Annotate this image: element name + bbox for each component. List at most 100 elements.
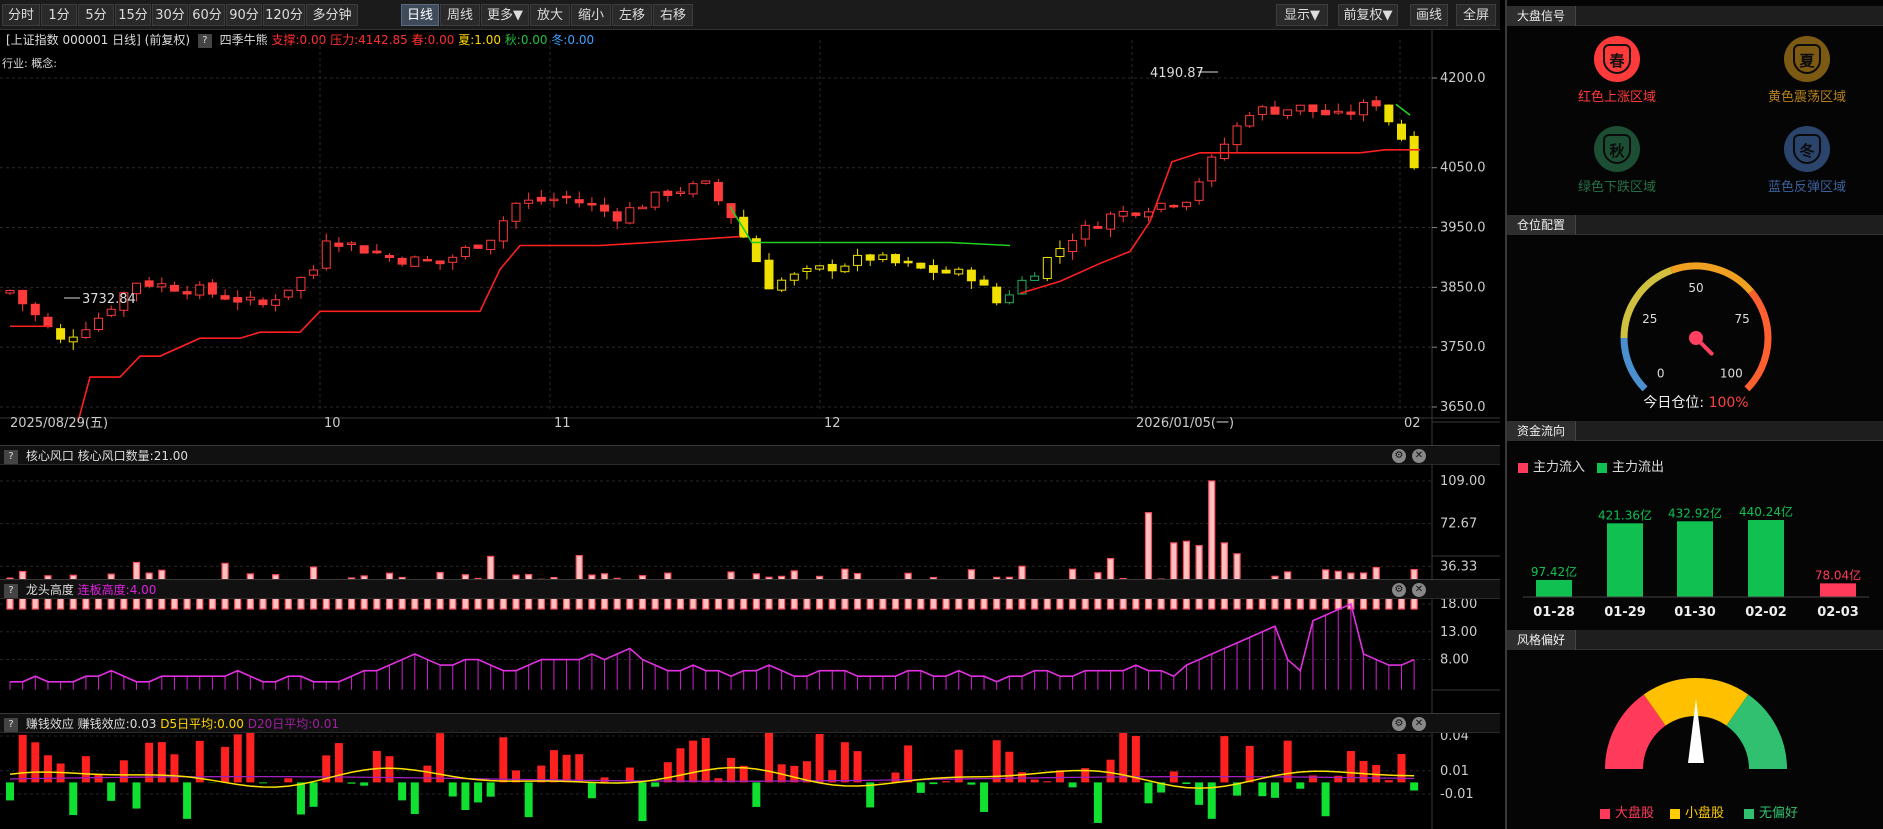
- period-button-1min[interactable]: 1分: [41, 4, 77, 26]
- candle-body: [650, 191, 660, 208]
- candle-body: [207, 282, 217, 295]
- candle-body: [815, 265, 825, 270]
- close-icon[interactable]: ✕: [1412, 717, 1426, 731]
- period-button-weekly[interactable]: 周线: [440, 4, 480, 26]
- candle-body: [309, 269, 319, 276]
- close-icon[interactable]: ✕: [1412, 583, 1426, 597]
- candle-body: [1359, 102, 1369, 116]
- close-icon[interactable]: ✕: [1412, 449, 1426, 463]
- effect-bar: [524, 782, 533, 818]
- effect-bar: [929, 782, 938, 785]
- flow-date: 01-29: [1604, 605, 1646, 620]
- candle-body: [1030, 275, 1040, 281]
- period-button-15min[interactable]: 15分: [115, 4, 151, 26]
- candle-body: [1321, 109, 1331, 116]
- candle-body: [81, 329, 91, 338]
- panel1-tick-label: 109.00: [1440, 474, 1486, 489]
- price-tick-label: 4050.0: [1440, 161, 1486, 176]
- more-periods-dropdown[interactable]: 更多▼: [481, 4, 529, 26]
- panel-value: 连板高度:4.00: [77, 583, 157, 597]
- help-icon[interactable]: ?: [4, 449, 18, 464]
- candle-body: [397, 257, 407, 265]
- season-glyph: 春: [1603, 44, 1631, 74]
- height-line: [10, 602, 1415, 683]
- season-badge-icon: 冬: [1784, 126, 1830, 172]
- effect-bar: [815, 733, 824, 783]
- adjust-dropdown[interactable]: 前复权▼: [1338, 4, 1398, 26]
- display-dropdown[interactable]: 显示▼: [1276, 4, 1328, 26]
- season-signal-1: 春红色上涨区域: [1537, 36, 1697, 105]
- position-readout: 今日仓位: 100%: [1507, 392, 1883, 412]
- small-cap-swatch: [1670, 808, 1680, 819]
- period-button-multi-min[interactable]: 多分钟: [306, 4, 358, 26]
- effect-bar: [1296, 782, 1305, 789]
- market-signal-header: 大盘信号: [1507, 6, 1883, 26]
- season-glyph: 秋: [1603, 134, 1631, 164]
- candle-body: [1283, 109, 1293, 116]
- effect-bar: [486, 782, 495, 797]
- candle-body: [435, 260, 445, 265]
- effect-bar: [385, 756, 394, 783]
- period-button-30min[interactable]: 30分: [152, 4, 188, 26]
- candle-body: [1093, 226, 1103, 229]
- candle-body: [1245, 115, 1255, 127]
- help-icon[interactable]: ?: [4, 717, 18, 732]
- candle-body: [1397, 123, 1406, 140]
- gauge-arc-segment: [1670, 262, 1754, 295]
- candle-body: [1194, 181, 1204, 201]
- period-button-daily[interactable]: 日线: [401, 4, 439, 26]
- candle-body: [853, 254, 863, 266]
- candle-body: [638, 206, 647, 210]
- gear-icon[interactable]: ⚙: [1392, 583, 1406, 597]
- period-button-fenshi[interactable]: 分时: [2, 4, 40, 26]
- candle-body: [1270, 106, 1280, 115]
- effect-bar: [701, 737, 710, 783]
- fullscreen-button[interactable]: 全屏: [1456, 4, 1496, 26]
- section-title: 大盘信号: [1507, 6, 1577, 26]
- theme-bar: [1220, 542, 1229, 610]
- style-preference-header: 风格偏好: [1507, 630, 1883, 650]
- effect-bar: [284, 778, 293, 783]
- candle-body: [903, 260, 913, 264]
- style-preference-gauge: [1605, 678, 1787, 770]
- draw-line-button[interactable]: 画线: [1410, 4, 1448, 26]
- effect-bar: [942, 781, 951, 783]
- candle-body: [233, 297, 243, 303]
- effect-bar: [119, 760, 128, 783]
- support-line-c: [1019, 148, 1420, 295]
- section-title: 仓位配置: [1507, 215, 1577, 235]
- flow-bar: [1536, 579, 1572, 597]
- pan-right-button[interactable]: 右移: [653, 4, 693, 26]
- effect-bar: [651, 782, 660, 787]
- effect-bar: [1043, 781, 1052, 783]
- period-button-5min[interactable]: 5分: [78, 4, 114, 26]
- period-button-60min[interactable]: 60分: [189, 4, 225, 26]
- low-price-label: 3732.84: [82, 292, 136, 307]
- season-badge-icon: 春: [1594, 36, 1640, 82]
- period-button-90min[interactable]: 90分: [226, 4, 262, 26]
- effect-bar: [448, 782, 457, 797]
- chart-area[interactable]: 4200.0 4050.0 3950.0 3850.0 3750.0 3650.0 2025…: [0, 30, 1500, 829]
- candle-body: [511, 202, 521, 222]
- date-tick-label: 2025/08/29(五): [10, 416, 108, 431]
- gear-icon[interactable]: ⚙: [1392, 449, 1406, 463]
- candle-body: [1004, 294, 1014, 304]
- price-tick-label: 3850.0: [1440, 280, 1486, 295]
- pan-left-button[interactable]: 左移: [612, 4, 652, 26]
- zoom-in-button[interactable]: 放大: [530, 4, 570, 26]
- position-label: 今日仓位:: [1643, 395, 1705, 411]
- help-icon[interactable]: ?: [4, 583, 18, 598]
- price-candles: [5, 95, 1420, 423]
- gear-icon[interactable]: ⚙: [1392, 717, 1406, 731]
- period-button-120min[interactable]: 120分: [263, 4, 305, 26]
- candle-body: [1219, 143, 1229, 160]
- position-value: 100%: [1708, 395, 1749, 411]
- effect-bar: [575, 754, 584, 783]
- candle-body: [878, 254, 888, 260]
- effect-bar: [398, 782, 407, 801]
- zoom-out-button[interactable]: 缩小: [571, 4, 611, 26]
- effect-bar: [360, 782, 369, 786]
- candle-body: [157, 283, 167, 288]
- candle-body: [1118, 210, 1128, 217]
- effect-bar: [132, 782, 141, 809]
